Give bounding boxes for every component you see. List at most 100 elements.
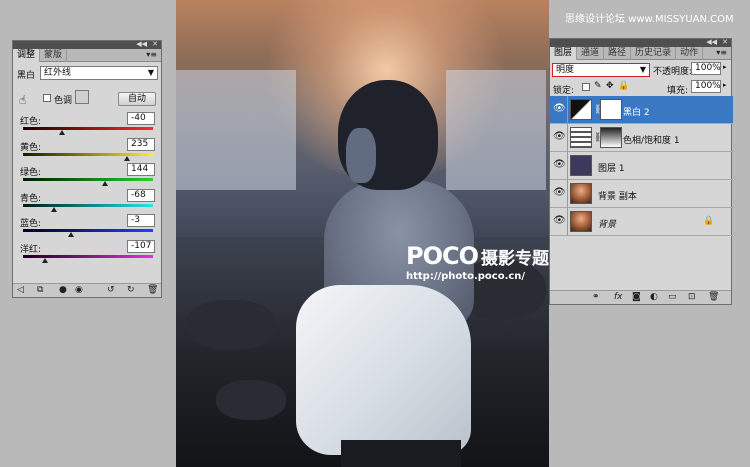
canvas-photo: POCO 摄影专题 http://photo.poco.cn/: [176, 0, 549, 467]
hue-saturation-icon: [570, 127, 592, 148]
slider-thumb[interactable]: [68, 232, 75, 237]
slider-track[interactable]: [23, 127, 153, 130]
slider-thumb[interactable]: [42, 257, 49, 263]
panel-titlebar[interactable]: ◀◀ ✕: [550, 38, 731, 47]
fill-input[interactable]: 100%: [691, 80, 721, 93]
slider-label: 黄色:: [20, 142, 42, 153]
slider-label: 青色:: [20, 193, 42, 204]
slider-thumb[interactable]: [101, 181, 108, 186]
slider-value-input[interactable]: -107: [127, 239, 155, 253]
poco-watermark: POCO 摄影专题 http://photo.poco.cn/: [406, 242, 549, 282]
slider-value-input[interactable]: 235: [127, 137, 155, 151]
lock-icon: 🔒: [703, 216, 715, 226]
refresh-icon[interactable]: ↻: [127, 285, 135, 295]
chevron-down-icon: ▼: [147, 68, 154, 77]
tab-paths[interactable]: 路径: [604, 47, 632, 60]
preset-type-label: 黑白: [17, 71, 36, 81]
panel-titlebar[interactable]: ◀◀ ✕: [13, 40, 161, 49]
trash-icon[interactable]: 🗑: [147, 285, 158, 295]
tab-channels[interactable]: 通道: [577, 47, 605, 60]
eye-icon: 👁: [553, 215, 566, 226]
layer-name: 背景: [598, 220, 617, 230]
reset-icon[interactable]: ↺: [107, 285, 115, 295]
trash-icon[interactable]: 🗑: [708, 292, 719, 302]
site-watermark: 思缘设计论坛 www.MISSYUAN.COM: [565, 14, 734, 25]
lock-transparency-icon[interactable]: [582, 83, 590, 91]
slider-track[interactable]: [23, 178, 153, 181]
lock-all-icon[interactable]: 🔒: [618, 81, 629, 91]
slider-label: 绿色:: [20, 168, 42, 178]
layer-row[interactable]: 👁 图层 1: [550, 152, 733, 180]
blend-mode-value: 明度: [556, 65, 575, 75]
slider-value-input[interactable]: 144: [127, 163, 155, 176]
close-icon[interactable]: ✕: [152, 40, 158, 48]
layer-mask-thumbnail[interactable]: [600, 127, 622, 148]
tint-label: 色调: [54, 96, 73, 106]
tab-actions[interactable]: 动作: [676, 47, 704, 60]
tint-checkbox[interactable]: [43, 94, 51, 102]
tab-history[interactable]: 历史记录: [631, 47, 677, 60]
slider-thumb[interactable]: [124, 155, 130, 161]
slider-thumb[interactable]: [51, 206, 58, 212]
layer-row[interactable]: 👁⛓黑白 2: [550, 96, 733, 124]
slider-label: 红色:: [20, 117, 42, 127]
layer-clip-icon[interactable]: ⧉: [37, 285, 43, 295]
panel-menu-icon[interactable]: ▾≡: [716, 47, 727, 59]
layer-name: 色相/饱和度 1: [623, 136, 680, 146]
opacity-arrow-icon[interactable]: ▸: [723, 63, 727, 71]
slider-label: 蓝色:: [20, 219, 42, 229]
tab-layers[interactable]: 图层: [550, 47, 578, 60]
slider-value-input[interactable]: -40: [127, 112, 155, 125]
tint-color-swatch[interactable]: [75, 90, 89, 104]
tab-adjustments[interactable]: 调整: [13, 49, 41, 62]
opacity-input[interactable]: 100%: [691, 62, 721, 75]
visibility-toggle[interactable]: 👁: [550, 180, 568, 208]
adjustment-icon[interactable]: ◐: [650, 292, 658, 302]
eye-icon[interactable]: ◉: [75, 285, 83, 295]
targeted-adjust-icon[interactable]: ☝: [19, 93, 26, 107]
slider-value-input[interactable]: -68: [127, 188, 155, 202]
new-layer-icon[interactable]: ⊡: [688, 292, 696, 302]
group-icon[interactable]: ▭: [668, 292, 677, 302]
slider-value-input[interactable]: -3: [127, 214, 155, 227]
layer-name: 图层 1: [598, 164, 625, 174]
layer-row[interactable]: 👁 背景 副本: [550, 180, 733, 208]
figure-legs: [341, 440, 461, 467]
visibility-toggle[interactable]: 👁: [550, 208, 568, 236]
collapse-icon[interactable]: ◀◀: [136, 40, 147, 48]
link-icon[interactable]: ⚭: [592, 292, 600, 302]
blend-mode-select[interactable]: 明度 ▼: [552, 63, 650, 77]
layer-row[interactable]: 👁⛓色相/饱和度 1: [550, 124, 733, 152]
slider-track[interactable]: [23, 229, 153, 232]
layer-mask-thumbnail[interactable]: [600, 99, 622, 120]
lock-paint-icon[interactable]: ✎: [594, 81, 602, 91]
fill-arrow-icon[interactable]: ▸: [723, 81, 727, 89]
layer-row[interactable]: 👁 背景 🔒: [550, 208, 733, 236]
adjustments-panel: ◀◀ ✕ 调整 蒙版 ▾≡ 黑白 红外线 ▼ ☝ 色调 自动 红色: -40 黄色:…: [12, 40, 162, 298]
visibility-toggle[interactable]: 👁: [550, 124, 568, 152]
slider-track[interactable]: [23, 152, 153, 156]
panel-menu-icon[interactable]: ▾≡: [146, 49, 157, 61]
adjustments-tabs: 调整 蒙版 ▾≡: [13, 49, 161, 62]
watermark-subtitle: 摄影专题: [481, 249, 549, 269]
rock: [186, 300, 276, 350]
back-arrow-icon[interactable]: ◁: [17, 285, 24, 295]
visibility-toggle[interactable]: 👁: [550, 152, 568, 180]
lock-move-icon[interactable]: ✥: [606, 81, 614, 91]
mask-icon[interactable]: ●: [59, 285, 67, 295]
visibility-toggle[interactable]: 👁: [550, 96, 568, 124]
figure-shirt: [296, 285, 471, 455]
fx-icon[interactable]: fx: [614, 292, 623, 302]
add-mask-icon[interactable]: ◙: [632, 292, 641, 302]
slider-label: 洋红:: [20, 244, 42, 255]
auto-button[interactable]: 自动: [118, 92, 156, 106]
close-icon[interactable]: ✕: [722, 38, 728, 46]
window-left: [176, 70, 296, 190]
layers-bottombar: ⚭ fx ◙ ◐ ▭ ⊡ 🗑: [550, 290, 731, 304]
collapse-icon[interactable]: ◀◀: [706, 38, 717, 46]
preset-select[interactable]: 红外线 ▼: [40, 66, 158, 80]
slider-track[interactable]: [23, 203, 153, 207]
tab-masks[interactable]: 蒙版: [40, 49, 68, 62]
watermark-url: http://photo.poco.cn/: [406, 271, 526, 282]
slider-thumb[interactable]: [59, 130, 65, 135]
